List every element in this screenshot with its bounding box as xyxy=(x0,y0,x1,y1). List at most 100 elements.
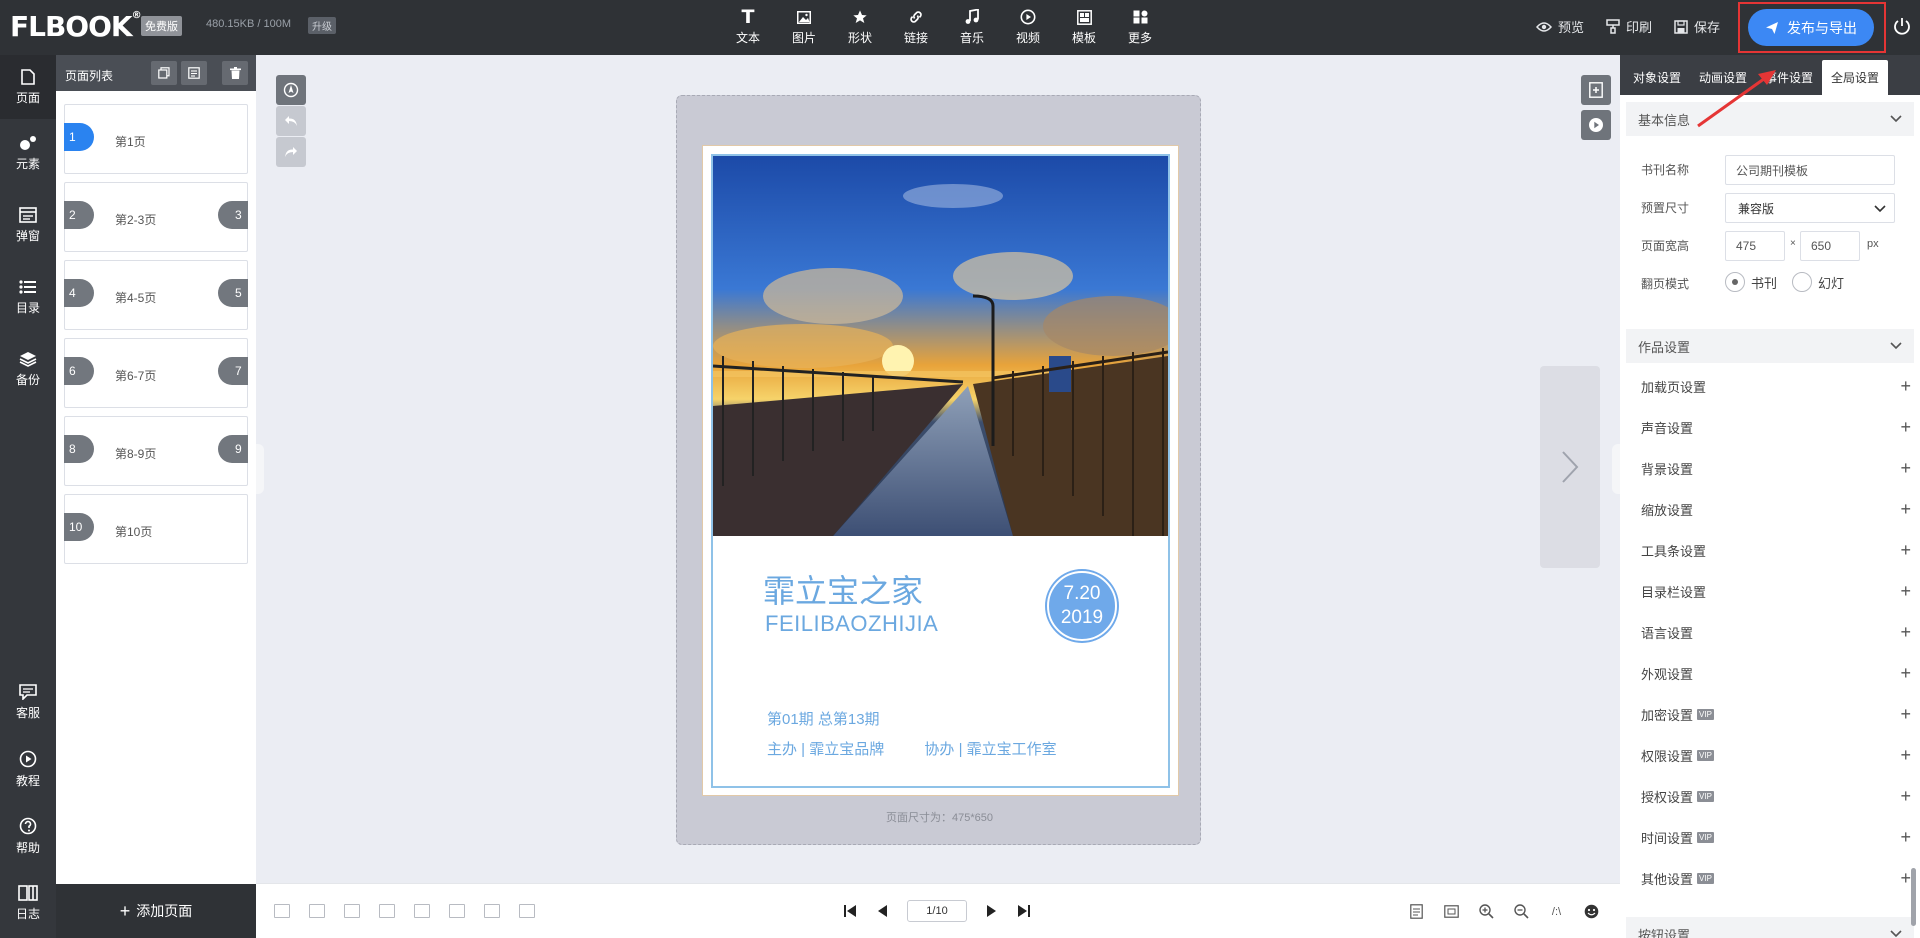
tool-text[interactable]: T 文本 xyxy=(720,6,776,46)
copy-page-button[interactable] xyxy=(151,61,177,85)
next-page-nav-button[interactable] xyxy=(985,904,999,918)
page-view-button[interactable] xyxy=(1408,903,1425,920)
cover-photo[interactable] xyxy=(713,156,1168,536)
tool-video[interactable]: 视频 xyxy=(1000,8,1056,46)
page-number-input[interactable] xyxy=(907,900,967,922)
tool-image[interactable]: 图片 xyxy=(776,8,832,46)
date-badge[interactable]: 7.20 2019 xyxy=(1047,571,1117,641)
redo-button[interactable] xyxy=(276,137,306,167)
cover-title[interactable]: 霏立宝之家 xyxy=(763,566,923,612)
page-item-4-5[interactable]: 4 第4-5页 5 xyxy=(64,260,248,330)
fit-view-button[interactable] xyxy=(1443,903,1460,920)
power-icon[interactable] xyxy=(1892,16,1912,36)
undo-button[interactable] xyxy=(276,106,306,136)
next-page-button[interactable] xyxy=(1540,366,1600,568)
page-add-tool-button[interactable] xyxy=(1581,75,1611,105)
setting-time[interactable]: 时间设置 VIP + xyxy=(1641,825,1911,849)
collapse-left-handle[interactable] xyxy=(256,444,264,494)
zoom-in-button[interactable] xyxy=(1478,903,1495,920)
align-right-icon[interactable] xyxy=(344,904,360,918)
tab-animation-settings[interactable]: 动画设置 xyxy=(1690,60,1756,95)
logo[interactable]: FLBOOK® xyxy=(10,10,142,43)
play-preview-button[interactable] xyxy=(1581,110,1611,140)
tab-object-settings[interactable]: 对象设置 xyxy=(1624,60,1690,95)
book-name-input[interactable] xyxy=(1725,155,1895,185)
page-height-input[interactable] xyxy=(1800,231,1860,261)
nav-log[interactable]: 日志 xyxy=(0,875,56,931)
setting-toc-bar[interactable]: 目录栏设置 + xyxy=(1641,579,1911,603)
tool-template[interactable]: 模板 xyxy=(1056,8,1112,46)
nav-backup[interactable]: 备份 xyxy=(0,341,56,397)
preset-size-select[interactable]: 兼容版 xyxy=(1725,193,1895,223)
left-nav: 页面 元素 弹窗 目录 备份 客服 教程 帮助 日志 xyxy=(0,55,56,938)
issue-text[interactable]: 第01期 总第13期 xyxy=(767,708,880,729)
first-page-button[interactable] xyxy=(843,904,857,918)
cover-subtitle[interactable]: FEILIBAOZHIJIA xyxy=(765,611,938,637)
page-width-input[interactable] xyxy=(1725,231,1785,261)
distribute-h-icon[interactable] xyxy=(484,904,500,918)
nav-popup[interactable]: 弹窗 xyxy=(0,197,56,253)
collapse-right-handle[interactable] xyxy=(1612,444,1620,494)
page-item-8-9[interactable]: 8 第8-9页 9 xyxy=(64,416,248,486)
setting-language[interactable]: 语言设置 + xyxy=(1641,620,1911,644)
align-bottom-icon[interactable] xyxy=(449,904,465,918)
nav-elements[interactable]: 元素 xyxy=(0,125,56,181)
settings-scrollbar[interactable] xyxy=(1911,868,1916,926)
tool-link[interactable]: 链接 xyxy=(888,8,944,46)
nav-help[interactable]: 帮助 xyxy=(0,808,56,864)
page-item-2-3[interactable]: 2 第2-3页 3 xyxy=(64,182,248,252)
last-page-button[interactable] xyxy=(1017,904,1031,918)
setting-toolbar[interactable]: 工具条设置 + xyxy=(1641,538,1911,562)
preview-button[interactable]: 预览 xyxy=(1536,17,1584,36)
distribute-v-icon[interactable] xyxy=(519,904,535,918)
zoom-out-button[interactable] xyxy=(1513,903,1530,920)
publish-export-button[interactable]: 发布与导出 xyxy=(1748,9,1874,46)
setting-appearance[interactable]: 外观设置 + xyxy=(1641,661,1911,685)
section-work-settings[interactable]: 作品设置 xyxy=(1626,329,1914,363)
reset-tool-button[interactable] xyxy=(276,75,306,105)
flip-mode-book-radio[interactable]: 书刊 xyxy=(1725,272,1777,292)
align-middle-icon[interactable] xyxy=(414,904,430,918)
page-item-10[interactable]: 10 第10页 xyxy=(64,494,248,564)
page-number-badge: 10 xyxy=(64,513,94,541)
organizer-text[interactable]: 主办 | 霏立宝品牌 协办 | 霏立宝工作室 xyxy=(767,738,1093,759)
page-item-6-7[interactable]: 6 第6-7页 7 xyxy=(64,338,248,408)
save-button[interactable]: 保存 xyxy=(1674,17,1720,36)
align-center-h-icon[interactable] xyxy=(309,904,325,918)
align-left-icon[interactable] xyxy=(274,904,290,918)
nav-tutorial[interactable]: 教程 xyxy=(0,741,56,797)
tab-event-settings[interactable]: 事件设置 xyxy=(1756,60,1822,95)
setting-permission[interactable]: 权限设置 VIP + xyxy=(1641,743,1911,767)
smile-button[interactable] xyxy=(1583,903,1600,920)
setting-encryption[interactable]: 加密设置 VIP + xyxy=(1641,702,1911,726)
tab-global-settings[interactable]: 全局设置 xyxy=(1822,60,1889,95)
delete-page-button[interactable] xyxy=(222,61,248,85)
section-button-settings[interactable]: 按钮设置 xyxy=(1626,917,1914,938)
setting-loading-page[interactable]: 加载页设置 + xyxy=(1641,374,1911,398)
add-page-button[interactable]: + 添加页面 xyxy=(56,884,256,938)
prev-page-button[interactable] xyxy=(875,904,889,918)
tool-more[interactable]: 更多 xyxy=(1112,8,1168,46)
nav-page[interactable]: 页面 xyxy=(0,55,56,119)
print-button[interactable]: 印刷 xyxy=(1606,17,1652,36)
book-page[interactable]: 霏立宝之家 FEILIBAOZHIJIA 7.20 2019 第01期 总第13… xyxy=(702,145,1179,796)
setting-other[interactable]: 其他设置 VIP + xyxy=(1641,866,1911,890)
page-item-1[interactable]: 1 第1页 xyxy=(64,104,248,174)
setting-background[interactable]: 背景设置 + xyxy=(1641,456,1911,480)
tool-shape[interactable]: 形状 xyxy=(832,8,888,46)
setting-authorization[interactable]: 授权设置 VIP + xyxy=(1641,784,1911,808)
section-basic-info[interactable]: 基本信息 xyxy=(1626,102,1914,136)
nav-support[interactable]: 客服 xyxy=(0,674,56,730)
align-top-icon[interactable] xyxy=(379,904,395,918)
settings-panel: 对象设置 动画设置 事件设置 全局设置 基本信息 书刊名称 预置尺寸 兼容版 页… xyxy=(1620,55,1920,938)
tool-music[interactable]: 音乐 xyxy=(944,8,1000,46)
ratio-button[interactable]: /:\ xyxy=(1548,903,1565,920)
nav-toc[interactable]: 目录 xyxy=(0,269,56,325)
setting-sound[interactable]: 声音设置 + xyxy=(1641,415,1911,439)
plus-icon: + xyxy=(1900,744,1911,765)
upgrade-link[interactable]: 升级 xyxy=(308,17,336,34)
chevron-right-icon xyxy=(1562,451,1579,483)
setting-zoom[interactable]: 缩放设置 + xyxy=(1641,497,1911,521)
paste-page-button[interactable] xyxy=(181,61,207,85)
flip-mode-slide-radio[interactable]: 幻灯 xyxy=(1792,272,1844,292)
